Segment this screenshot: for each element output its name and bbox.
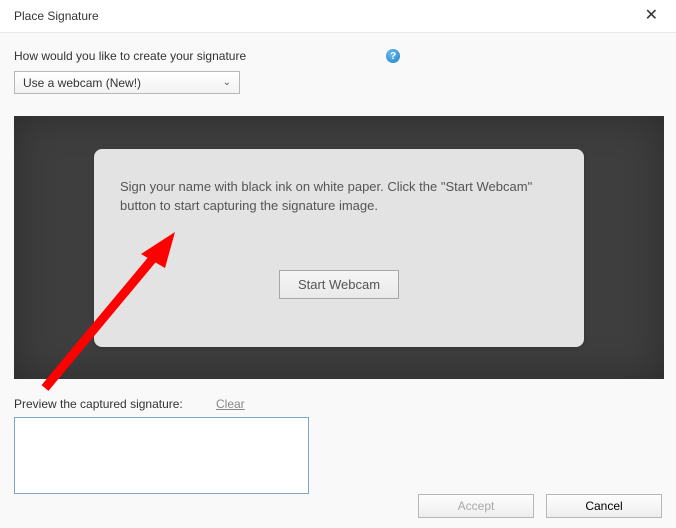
dialog-footer: Accept Cancel bbox=[418, 494, 662, 518]
close-icon[interactable]: ✕ bbox=[637, 6, 666, 26]
instruction-text: Sign your name with black ink on white p… bbox=[120, 177, 558, 216]
dialog-title: Place Signature bbox=[14, 9, 99, 23]
signature-method-label: How would you like to create your signat… bbox=[14, 49, 246, 63]
webcam-instruction-panel: Sign your name with black ink on white p… bbox=[94, 149, 584, 347]
dialog-content: How would you like to create your signat… bbox=[0, 33, 676, 494]
titlebar: Place Signature ✕ bbox=[0, 0, 676, 33]
chevron-down-icon: ⌄ bbox=[223, 77, 231, 88]
dropdown-selected: Use a webcam (New!) bbox=[23, 76, 141, 90]
clear-link[interactable]: Clear bbox=[216, 397, 245, 411]
question-row: How would you like to create your signat… bbox=[14, 49, 662, 63]
accept-button[interactable]: Accept bbox=[418, 494, 534, 518]
preview-row: Preview the captured signature: Clear bbox=[14, 397, 662, 411]
signature-preview-box bbox=[14, 417, 309, 494]
start-webcam-button[interactable]: Start Webcam bbox=[279, 270, 399, 299]
help-icon[interactable]: ? bbox=[386, 49, 400, 63]
webcam-capture-area: Sign your name with black ink on white p… bbox=[14, 116, 664, 379]
signature-method-dropdown[interactable]: Use a webcam (New!) ⌄ bbox=[14, 71, 240, 94]
cancel-button[interactable]: Cancel bbox=[546, 494, 662, 518]
preview-label: Preview the captured signature: bbox=[14, 397, 186, 411]
